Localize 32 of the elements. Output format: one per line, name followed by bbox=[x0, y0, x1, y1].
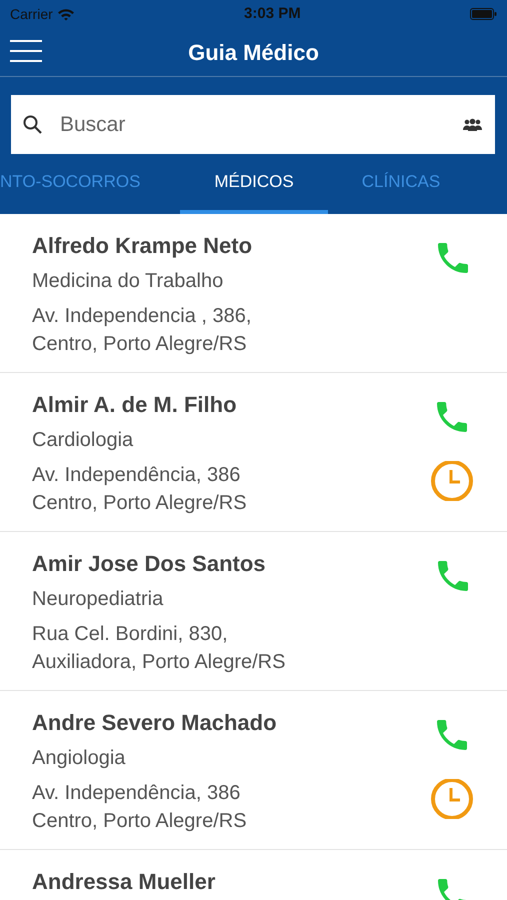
search-icon bbox=[23, 115, 42, 134]
address-text: Centro, Porto Alegre/RS bbox=[32, 332, 248, 357]
status-time: 3:03 PM bbox=[244, 4, 301, 24]
menu-icon[interactable] bbox=[10, 40, 42, 62]
search-input[interactable]: Buscar bbox=[58, 108, 446, 142]
address-text: Av. Independencia , 386, bbox=[32, 304, 252, 329]
address-text: Centro, Porto Alegre/RS bbox=[32, 809, 248, 834]
wifi-icon bbox=[56, 8, 75, 20]
tab[interactable]: MÉDICOS bbox=[180, 154, 328, 214]
group-icon[interactable] bbox=[462, 118, 483, 132]
specialty-text: Neuropediatria bbox=[32, 587, 164, 612]
doctor-name: Amir Jose Dos Santos bbox=[32, 550, 267, 578]
doctor-name: Almir A. de M. Filho bbox=[32, 391, 238, 419]
tab[interactable]: CLÍNICAS bbox=[328, 154, 474, 214]
specialty-text: Angiologia bbox=[32, 746, 126, 771]
doctor-name: Andre Severo Machado bbox=[32, 709, 277, 737]
address-text: Rua Cel. Bordini, 830, bbox=[32, 622, 229, 647]
specialty-text: Medicina do Trabalho bbox=[32, 269, 224, 294]
address-text: Auxiliadora, Porto Alegre/RS bbox=[32, 650, 286, 675]
battery-icon bbox=[470, 8, 497, 20]
specialty-text: Cardiologia bbox=[32, 428, 134, 453]
clock-icon[interactable] bbox=[429, 779, 475, 819]
doctor-name: Andressa Mueller bbox=[32, 868, 216, 896]
address-text: Av. Independência, 386 bbox=[32, 781, 242, 806]
search-field[interactable]: Buscar bbox=[11, 95, 495, 154]
tab[interactable]: NTO-SOCORROS bbox=[0, 154, 165, 214]
carrier-label: Carrier bbox=[10, 4, 53, 24]
doctor-name: Alfredo Krampe Neto bbox=[32, 232, 252, 260]
address-text: Centro, Porto Alegre/RS bbox=[32, 491, 247, 516]
address-text: Av. Independência, 386 bbox=[32, 463, 242, 488]
clock-icon[interactable] bbox=[429, 461, 475, 501]
screen-title: Guia Médico bbox=[188, 38, 319, 66]
